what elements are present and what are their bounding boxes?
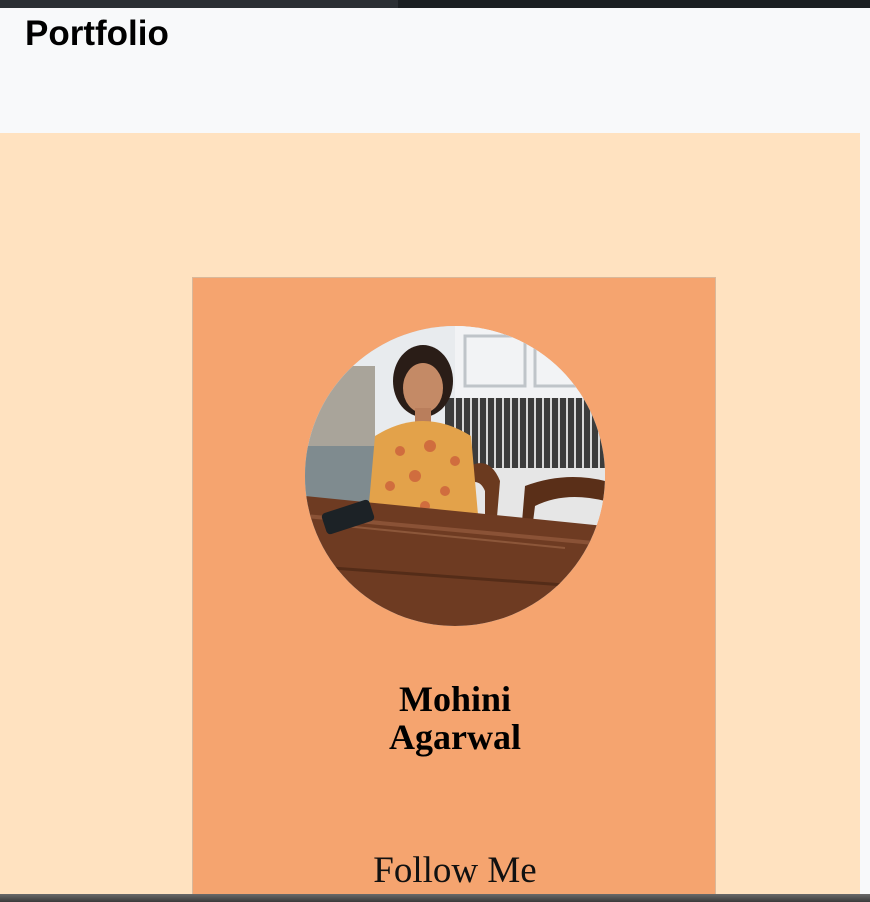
navbar: Portfolio: [0, 8, 870, 132]
profile-first-name: Mohini: [398, 679, 512, 719]
profile-card: Mohini Agarwal Follow Me: [192, 277, 716, 902]
navbar-brand[interactable]: Portfolio: [25, 14, 169, 54]
scrollbar-gutter: [860, 133, 870, 902]
profile-photo-image: [305, 326, 605, 626]
browser-top-strip: [0, 0, 870, 8]
follow-me-heading: Follow Me: [373, 850, 537, 891]
profile-photo: [305, 326, 605, 626]
profile-last-name: Agarwal: [389, 717, 521, 757]
window-bottom-edge: [0, 894, 870, 902]
browser-tab-strip: [398, 0, 870, 8]
profile-name: Mohini Agarwal: [193, 680, 717, 756]
